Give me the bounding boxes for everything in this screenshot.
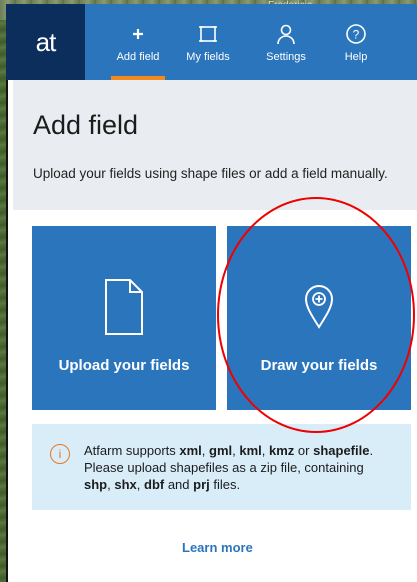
info-icon: i bbox=[50, 444, 70, 464]
nav-settings[interactable]: Settings bbox=[255, 4, 317, 80]
file-prj: prj bbox=[193, 477, 210, 492]
nav-label-add-field: Add field bbox=[116, 51, 160, 63]
format-kmz: kmz bbox=[269, 443, 295, 458]
info-box: i Atfarm supports xml, gml, kml, kmz or … bbox=[32, 424, 411, 510]
format-shapefile: shapefile bbox=[313, 443, 370, 458]
nav-label-my-fields: My fields bbox=[186, 51, 230, 63]
file-shp: shp bbox=[84, 477, 108, 492]
document-icon bbox=[104, 273, 144, 341]
info-text: Atfarm supports xml, gml, kml, kmz or sh… bbox=[84, 443, 374, 492]
file-dbf: dbf bbox=[144, 477, 165, 492]
nav-help[interactable]: ? Help bbox=[325, 4, 387, 80]
square-icon bbox=[198, 21, 218, 47]
format-xml: xml bbox=[179, 443, 202, 458]
page-title: Add field bbox=[33, 110, 139, 140]
nav-label-settings: Settings bbox=[266, 51, 306, 63]
header-section bbox=[13, 80, 417, 210]
info-files-end: files. bbox=[209, 477, 241, 492]
plus-icon bbox=[131, 21, 145, 47]
learn-more-link[interactable]: Learn more bbox=[182, 540, 253, 555]
user-icon bbox=[276, 21, 296, 47]
upload-fields-button[interactable]: Upload your fields bbox=[32, 226, 216, 410]
info-or: or bbox=[294, 443, 314, 458]
top-navigation: at Add field My fields Settings ? Help bbox=[6, 4, 417, 80]
format-kml: kml bbox=[239, 443, 262, 458]
nav-add-field[interactable]: Add field bbox=[107, 4, 169, 80]
info-period: . bbox=[369, 443, 374, 458]
red-annotation-circle bbox=[217, 197, 415, 433]
file-shx: shx bbox=[114, 477, 137, 492]
nav-label-help: Help bbox=[344, 51, 368, 63]
svg-text:?: ? bbox=[353, 28, 360, 42]
upload-fields-label: Upload your fields bbox=[58, 357, 190, 374]
format-gml: gml bbox=[209, 443, 233, 458]
brand-logo[interactable]: at bbox=[6, 4, 85, 80]
info-line2: Please upload shapefiles as a zip file, … bbox=[84, 460, 364, 475]
help-icon: ? bbox=[345, 21, 367, 47]
page-description: Upload your fields using shape files or … bbox=[33, 166, 388, 181]
info-prefix: Atfarm supports bbox=[84, 443, 180, 458]
info-and: and bbox=[164, 477, 194, 492]
nav-my-fields[interactable]: My fields bbox=[177, 4, 239, 80]
